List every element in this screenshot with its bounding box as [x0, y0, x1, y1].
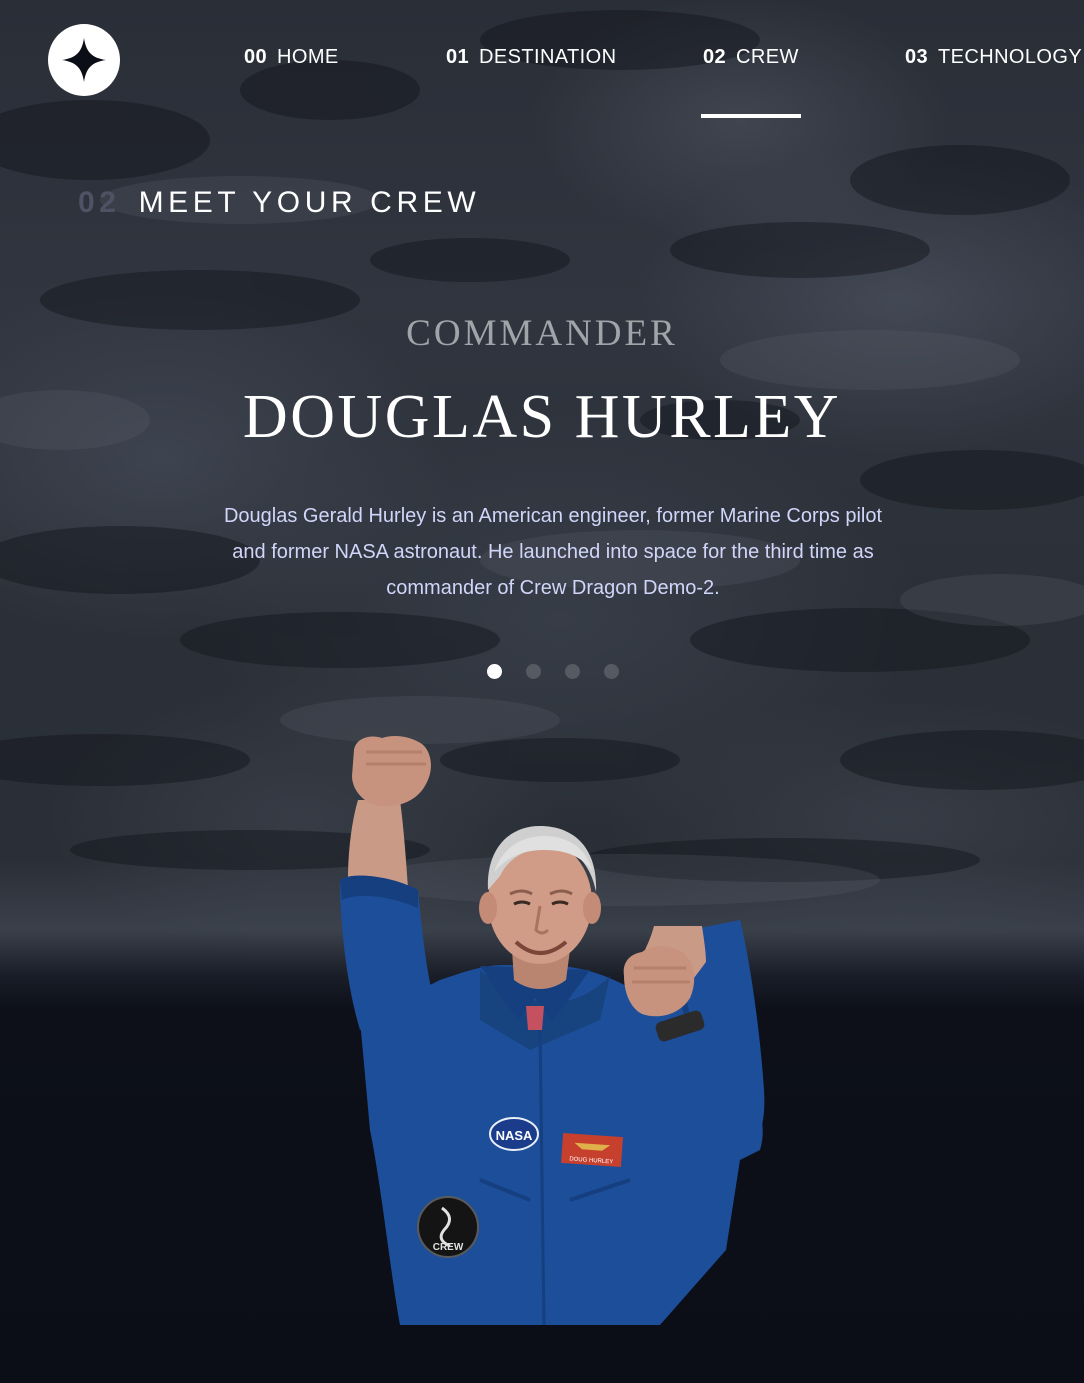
crew-name: DOUGLAS HURLEY: [242, 383, 842, 451]
page-heading: 02 MEET YOUR CREW: [78, 186, 480, 220]
nav-label: HOME: [277, 46, 339, 68]
nav-number: 00: [244, 46, 268, 68]
carousel-dot-1[interactable]: [487, 664, 502, 679]
nav-number: 03: [905, 46, 929, 68]
nav-item-technology[interactable]: 03 TECHNOLOGY: [905, 46, 1082, 120]
carousel-dot-4[interactable]: [604, 664, 619, 679]
logo-icon[interactable]: [48, 24, 120, 96]
carousel-dot-3[interactable]: [565, 664, 580, 679]
nav-number: 02: [703, 46, 727, 68]
crew-member-image: NASA DOUG HURLEY CREW: [330, 730, 780, 1325]
crew-bio: Douglas Gerald Hurley is an American eng…: [223, 505, 883, 599]
nasa-badge-text: NASA: [496, 1128, 533, 1143]
mission-patch-text: CREW: [433, 1242, 464, 1253]
crew-role: COMMANDER: [406, 313, 678, 354]
page-heading-number: 02: [78, 186, 121, 219]
page-heading-title: MEET YOUR CREW: [138, 186, 481, 219]
nav-item-crew[interactable]: 02 CREW: [701, 46, 801, 120]
nav-label: CREW: [736, 46, 799, 68]
astronaut-illustration: NASA DOUG HURLEY CREW: [340, 736, 765, 1325]
nav-number: 01: [446, 46, 470, 68]
nav-item-destination[interactable]: 01 DESTINATION: [446, 46, 616, 120]
star-icon: [62, 38, 106, 82]
nav-label: TECHNOLOGY: [938, 46, 1083, 68]
carousel-dot-2[interactable]: [526, 664, 541, 679]
nav-label: DESTINATION: [479, 46, 617, 68]
nav-item-home[interactable]: 00 HOME: [244, 46, 339, 120]
